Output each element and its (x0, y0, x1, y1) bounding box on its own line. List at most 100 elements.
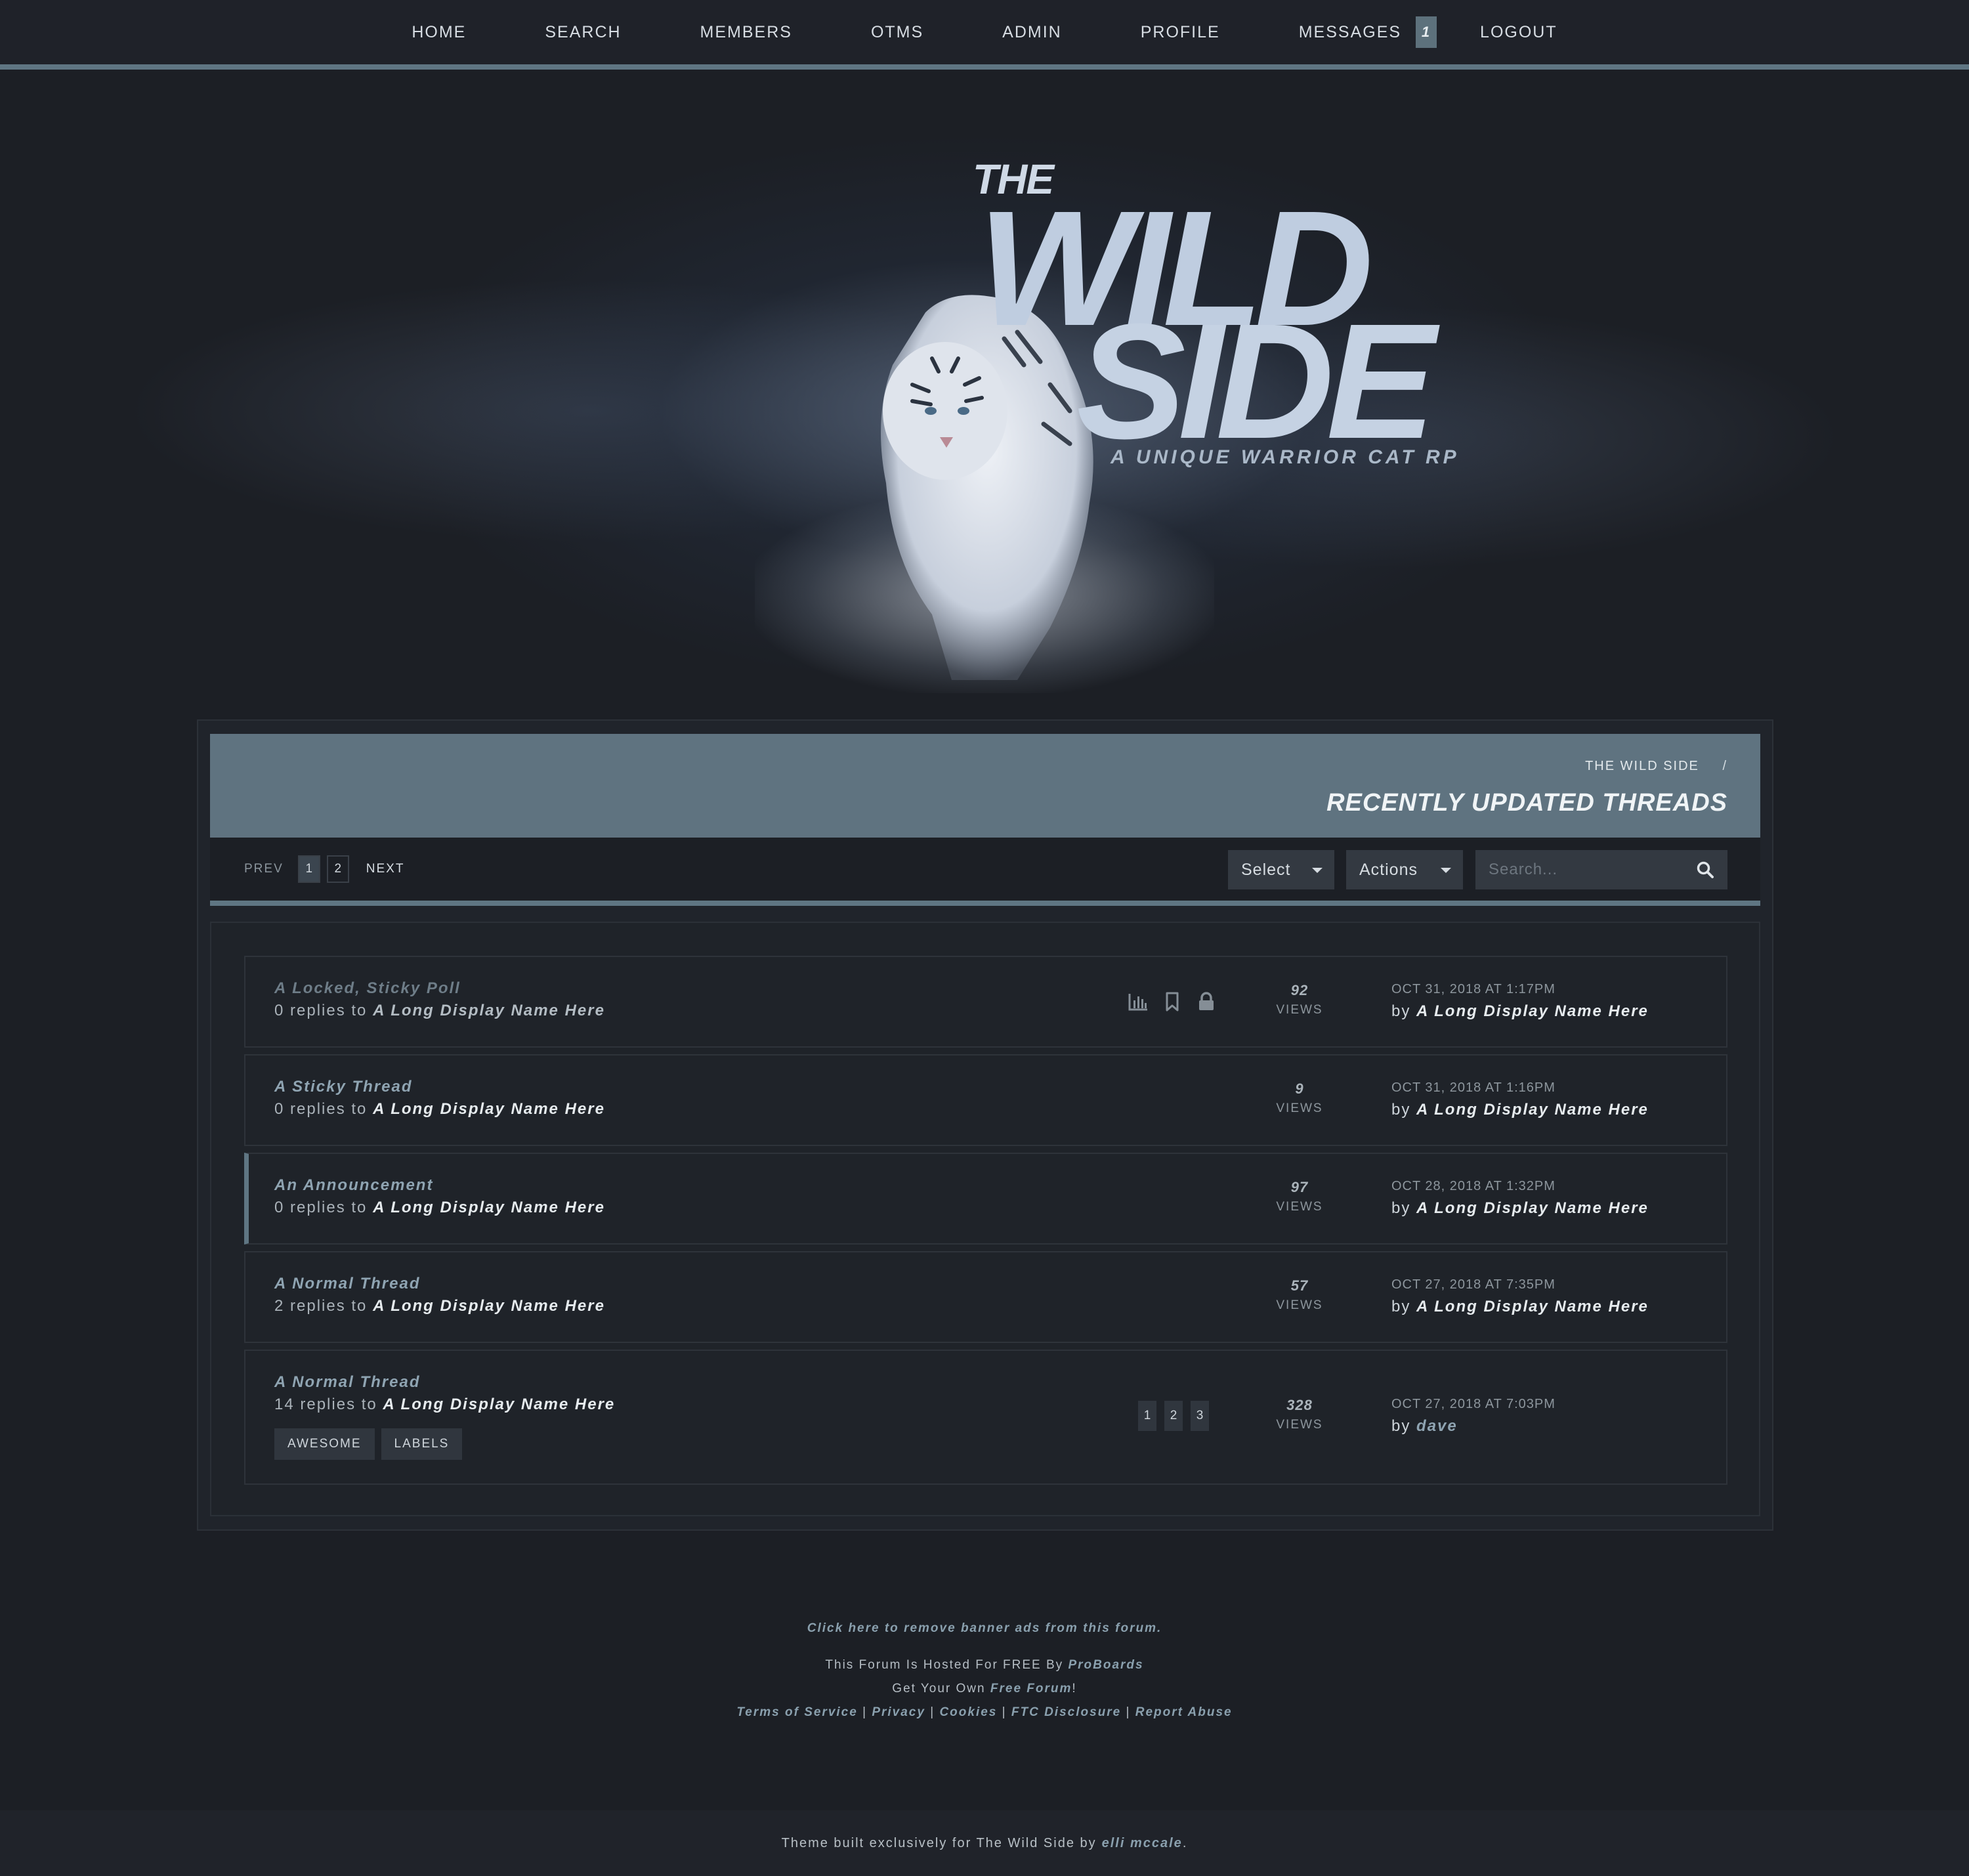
actions-dropdown[interactable]: Actions (1346, 850, 1463, 889)
pagination-next[interactable]: NEXT (366, 862, 405, 876)
remove-ads-link[interactable]: Click here to remove banner ads from thi… (0, 1621, 1969, 1636)
nav-home[interactable]: HOME (412, 23, 466, 42)
last-post-by: by A Long Display Name Here (1391, 1101, 1649, 1119)
reply-count: 0 replies to (274, 1002, 368, 1019)
thread-title[interactable]: An Announcement (274, 1176, 433, 1195)
thread-title[interactable]: A Sticky Thread (274, 1078, 413, 1096)
search-icon[interactable] (1696, 861, 1714, 879)
views-count: 57 (1290, 1277, 1309, 1294)
nav-search[interactable]: SEARCH (545, 23, 621, 42)
thread-controls: PREV 1 2 NEXT Select Actions (210, 838, 1760, 906)
last-post-by: by A Long Display Name Here (1391, 1298, 1649, 1316)
last-post-info: OCT 27, 2018 AT 7:03PM by dave (1391, 1397, 1556, 1436)
thread-author[interactable]: A Long Display Name Here (373, 1100, 605, 1118)
thread-label[interactable]: AWESOME (274, 1428, 375, 1460)
last-post-info: OCT 28, 2018 AT 1:32PM by A Long Display… (1391, 1179, 1649, 1218)
thread-views: 9 VIEWS (1254, 1080, 1345, 1116)
thread-author[interactable]: A Long Display Name Here (373, 1002, 605, 1019)
thread-row[interactable]: A Sticky Thread 0 replies to A Long Disp… (244, 1054, 1727, 1146)
last-post-by-prefix: by (1391, 1417, 1411, 1435)
free-forum-suffix: ! (1072, 1682, 1077, 1695)
privacy-link[interactable]: Privacy (872, 1705, 925, 1719)
select-dropdown[interactable]: Select (1228, 850, 1334, 889)
last-post-author[interactable]: A Long Display Name Here (1416, 1002, 1649, 1020)
pagination: PREV 1 2 NEXT (244, 855, 404, 883)
views-count: 92 (1290, 982, 1309, 998)
pagination-prev: PREV (244, 862, 284, 876)
views-label: VIEWS (1276, 1418, 1323, 1432)
theme-credit-text: Theme built exclusively for The Wild Sid… (781, 1835, 1097, 1850)
thread-reply-info: 0 replies to A Long Display Name Here (274, 1199, 605, 1217)
last-post-author[interactable]: A Long Display Name Here (1416, 1101, 1649, 1119)
legal-separator: | (930, 1705, 935, 1719)
thread-title[interactable]: A Normal Thread (274, 1373, 420, 1392)
last-post-by-prefix: by (1391, 1298, 1411, 1315)
views-label: VIEWS (1276, 1101, 1323, 1115)
thread-page-button[interactable]: 1 (1138, 1401, 1156, 1431)
thread-label[interactable]: LABELS (381, 1428, 463, 1460)
last-post-date[interactable]: OCT 27, 2018 AT 7:03PM (1391, 1397, 1556, 1412)
poll-icon (1128, 991, 1149, 1012)
thread-page-button[interactable]: 2 (1164, 1401, 1183, 1431)
reply-count: 0 replies to (274, 1199, 368, 1216)
cookies-link[interactable]: Cookies (939, 1705, 997, 1719)
messages-count-badge: 1 (1416, 16, 1437, 48)
thread-list: A Locked, Sticky Poll 0 replies to A Lon… (210, 922, 1760, 1516)
last-post-date[interactable]: OCT 31, 2018 AT 1:16PM (1391, 1080, 1649, 1096)
last-post-author[interactable]: A Long Display Name Here (1416, 1199, 1649, 1217)
thread-row[interactable]: A Normal Thread 2 replies to A Long Disp… (244, 1251, 1727, 1343)
nav-logout[interactable]: LOGOUT (1480, 23, 1557, 42)
nav-messages[interactable]: MESSAGES 1 (1299, 16, 1437, 48)
breadcrumb: THE WILD SIDE / (1585, 759, 1727, 774)
forum-banner: THE WILD SIDE A UNIQUE WARRIOR CAT RP (0, 70, 1969, 721)
views-count: 97 (1290, 1179, 1309, 1195)
search-box (1475, 850, 1727, 889)
proboards-link[interactable]: ProBoards (1068, 1658, 1143, 1672)
views-count: 328 (1286, 1397, 1313, 1413)
free-forum-link[interactable]: Free Forum (990, 1682, 1072, 1695)
theme-author-link[interactable]: elli mccale (1102, 1836, 1183, 1851)
thread-row[interactable]: A Normal Thread 14 replies to A Long Dis… (244, 1350, 1727, 1485)
thread-reply-info: 2 replies to A Long Display Name Here (274, 1297, 605, 1315)
last-post-by: by A Long Display Name Here (1391, 1199, 1649, 1218)
top-navigation: HOME SEARCH MEMBERS OTMS ADMIN PROFILE M… (0, 0, 1969, 70)
legal-links: Terms of Service | Privacy | Cookies | F… (0, 1705, 1969, 1720)
thread-author[interactable]: A Long Display Name Here (373, 1199, 605, 1216)
nav-members[interactable]: MEMBERS (700, 23, 792, 42)
hosted-by-text: This Forum Is Hosted For FREE By (825, 1658, 1064, 1672)
last-post-author[interactable]: dave (1416, 1417, 1458, 1435)
last-post-info: OCT 27, 2018 AT 7:35PM by A Long Display… (1391, 1277, 1649, 1316)
last-post-by-prefix: by (1391, 1101, 1411, 1119)
last-post-date[interactable]: OCT 27, 2018 AT 7:35PM (1391, 1277, 1649, 1292)
thread-row[interactable]: A Locked, Sticky Poll 0 replies to A Lon… (244, 956, 1727, 1048)
page-2-button[interactable]: 2 (326, 855, 349, 883)
nav-profile[interactable]: PROFILE (1141, 23, 1220, 42)
ftc-disclosure-link[interactable]: FTC Disclosure (1011, 1705, 1121, 1719)
report-abuse-link[interactable]: Report Abuse (1135, 1705, 1233, 1719)
logo-side: SIDE (1076, 289, 1435, 473)
thread-author[interactable]: A Long Display Name Here (373, 1297, 605, 1315)
free-forum-text: Get Your Own (892, 1682, 986, 1695)
last-post-date[interactable]: OCT 31, 2018 AT 1:17PM (1391, 982, 1649, 997)
last-post-date[interactable]: OCT 28, 2018 AT 1:32PM (1391, 1179, 1649, 1194)
views-label: VIEWS (1276, 1200, 1323, 1214)
thread-author[interactable]: A Long Display Name Here (383, 1396, 615, 1413)
thread-title[interactable]: A Locked, Sticky Poll (274, 979, 461, 998)
reply-count: 0 replies to (274, 1100, 368, 1118)
nav-admin[interactable]: ADMIN (1002, 23, 1062, 42)
terms-link[interactable]: Terms of Service (736, 1705, 857, 1719)
last-post-info: OCT 31, 2018 AT 1:17PM by A Long Display… (1391, 982, 1649, 1021)
search-input[interactable] (1475, 850, 1685, 889)
views-label: VIEWS (1276, 1003, 1323, 1017)
thread-title[interactable]: A Normal Thread (274, 1275, 420, 1293)
thread-views: 92 VIEWS (1254, 982, 1345, 1017)
legal-separator: | (1126, 1705, 1131, 1719)
last-post-info: OCT 31, 2018 AT 1:16PM by A Long Display… (1391, 1080, 1649, 1119)
actions-dropdown-label: Actions (1359, 860, 1418, 879)
breadcrumb-home[interactable]: THE WILD SIDE (1585, 759, 1699, 773)
thread-row[interactable]: An Announcement 0 replies to A Long Disp… (244, 1153, 1727, 1245)
page-1-button[interactable]: 1 (297, 855, 320, 883)
nav-otms[interactable]: OTMS (871, 23, 923, 42)
last-post-author[interactable]: A Long Display Name Here (1416, 1298, 1649, 1315)
thread-page-button[interactable]: 3 (1191, 1401, 1209, 1431)
